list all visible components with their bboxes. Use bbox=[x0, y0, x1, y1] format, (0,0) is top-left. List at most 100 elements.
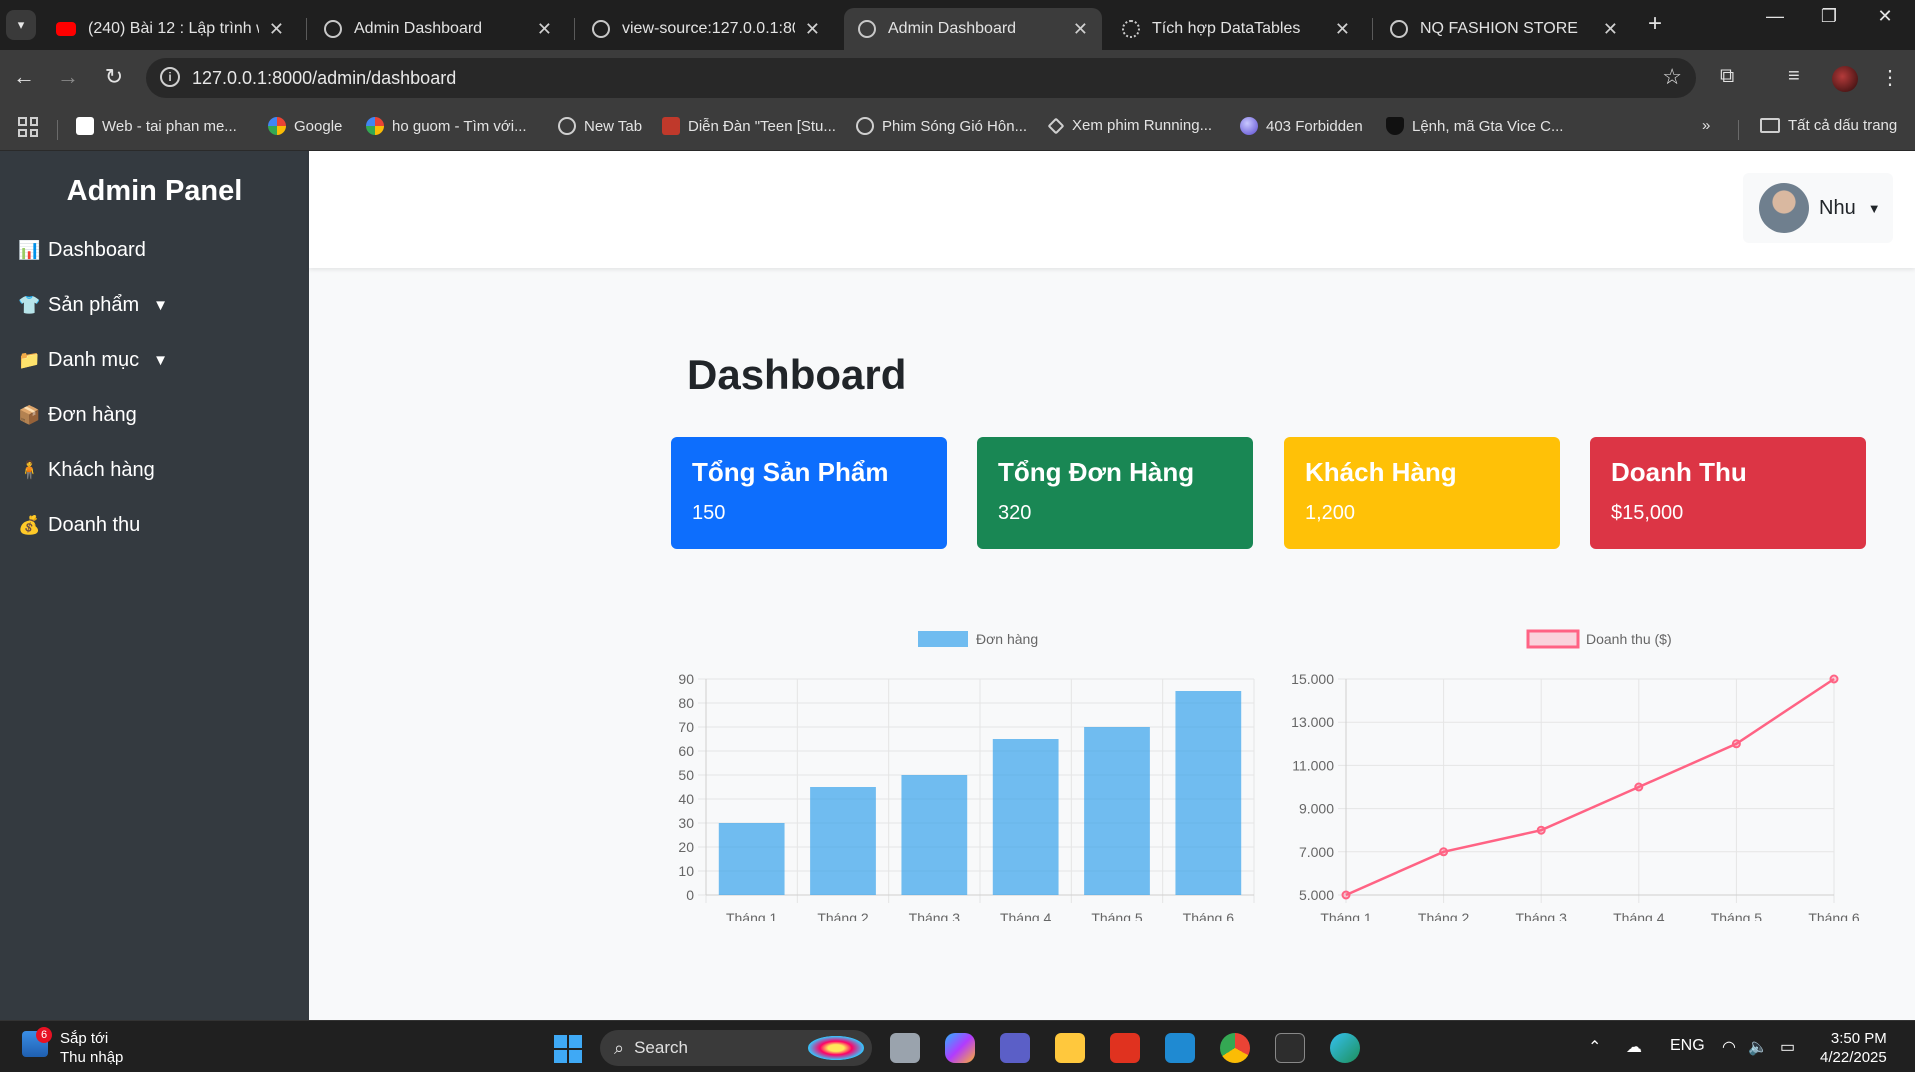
apps-grid-icon[interactable] bbox=[18, 117, 38, 137]
sphere-icon bbox=[1240, 117, 1258, 135]
site-info-icon[interactable]: i bbox=[160, 67, 180, 87]
x-tick-label: Tháng 2 bbox=[1418, 910, 1470, 921]
sidebar-item-categories[interactable]: 📁 Danh mục ▼ bbox=[18, 349, 168, 372]
chevron-up-icon[interactable]: ⌃ bbox=[1588, 1037, 1601, 1057]
task-view-icon[interactable] bbox=[890, 1033, 920, 1063]
caret-down-icon[interactable]: ▼ bbox=[153, 352, 168, 369]
reload-icon[interactable]: ↻ bbox=[100, 64, 128, 90]
folder-icon: 📁 bbox=[18, 350, 41, 370]
bookmark-item[interactable]: Web - tai phan me... bbox=[76, 117, 237, 135]
restore-icon[interactable]: ❐ bbox=[1806, 6, 1852, 27]
volume-icon[interactable]: 🔈 bbox=[1748, 1037, 1768, 1057]
y-tick-label: 20 bbox=[678, 839, 694, 855]
menu-kebab-icon[interactable]: ⋮ bbox=[1880, 65, 1900, 90]
vscode-icon[interactable] bbox=[1165, 1033, 1195, 1063]
sidebar-item-dashboard[interactable]: 📊 Dashboard bbox=[18, 239, 146, 262]
bookmark-item[interactable]: Diễn Đàn "Teen [Stu... bbox=[662, 117, 836, 135]
browser-tab[interactable]: Tích hợp DataTables ✕ bbox=[1108, 8, 1364, 50]
browser-tab-active[interactable]: Admin Dashboard ✕ bbox=[844, 8, 1102, 50]
address-bar[interactable]: i 127.0.0.1:8000/admin/dashboard ☆ bbox=[146, 58, 1696, 98]
sidebar-item-revenue[interactable]: 💰 Doanh thu bbox=[18, 514, 140, 537]
caret-down-icon[interactable]: ▼ bbox=[153, 297, 168, 314]
bookmark-star-icon[interactable]: ☆ bbox=[1662, 64, 1682, 90]
shield-icon bbox=[1386, 117, 1404, 135]
bookmark-item[interactable]: Google bbox=[268, 117, 342, 135]
edge-icon[interactable] bbox=[1330, 1033, 1360, 1063]
stat-card-orders: Tổng Đơn Hàng 320 bbox=[977, 437, 1253, 549]
bookmark-label: 403 Forbidden bbox=[1266, 117, 1363, 135]
bookmark-item[interactable]: 403 Forbidden bbox=[1240, 117, 1363, 135]
close-icon[interactable]: ✕ bbox=[805, 19, 820, 40]
wps-office-icon[interactable] bbox=[1110, 1033, 1140, 1063]
globe-icon bbox=[324, 20, 342, 38]
user-dropdown-button[interactable]: Nhu ▼ bbox=[1743, 173, 1893, 243]
data-point bbox=[1439, 847, 1449, 857]
page-viewport: Admin Panel 📊 Dashboard 👕 Sản phẩm ▼ 📁 D… bbox=[0, 151, 1915, 1020]
minimize-icon[interactable]: — bbox=[1752, 6, 1798, 27]
windows-start-icon[interactable] bbox=[554, 1035, 582, 1063]
diamond-icon bbox=[1047, 117, 1065, 134]
sidebar-item-orders[interactable]: 📦 Đơn hàng bbox=[18, 404, 137, 427]
data-point bbox=[1731, 739, 1741, 749]
data-point bbox=[1634, 782, 1644, 792]
bookmark-item[interactable]: Xem phim Running... bbox=[1047, 117, 1212, 134]
close-icon[interactable]: ✕ bbox=[269, 19, 284, 40]
person-icon: 🧍 bbox=[18, 460, 41, 480]
new-tab-button[interactable]: + bbox=[1648, 10, 1662, 38]
copilot-icon[interactable] bbox=[945, 1033, 975, 1063]
close-icon[interactable]: ✕ bbox=[537, 19, 552, 40]
browser-tab[interactable]: view-source:127.0.0.1:8000 ✕ bbox=[578, 8, 834, 50]
bookmark-label: Web - tai phan me... bbox=[102, 117, 237, 135]
y-tick-label: 80 bbox=[678, 695, 694, 711]
browser-tab[interactable]: Admin Dashboard ✕ bbox=[310, 8, 566, 50]
taskbar-search[interactable]: ⌕ Search bbox=[600, 1030, 872, 1066]
sidebar-item-customers[interactable]: 🧍 Khách hàng bbox=[18, 459, 155, 482]
more-bookmarks-chevron-icon[interactable]: » bbox=[1702, 117, 1710, 134]
teams-icon[interactable] bbox=[1000, 1033, 1030, 1063]
bookmark-separator bbox=[57, 120, 58, 140]
y-tick-label: 15.000 bbox=[1291, 671, 1334, 687]
profile-avatar[interactable] bbox=[1832, 66, 1858, 92]
bookmark-item[interactable]: Phim Sóng Gió Hôn... bbox=[856, 117, 1027, 135]
legend-label: Đơn hàng bbox=[976, 631, 1038, 647]
browser-tab[interactable]: NQ FASHION STORE ✕ bbox=[1376, 8, 1632, 50]
bookmark-item[interactable]: Lệnh, mã Gta Vice C... bbox=[1386, 117, 1563, 135]
weather-widget[interactable]: Sắp tới Thu nhập bbox=[60, 1029, 123, 1067]
google-icon bbox=[366, 117, 384, 135]
clock-time: 3:50 PM bbox=[1830, 1030, 1887, 1047]
y-tick-label: 10 bbox=[678, 863, 694, 879]
media-control-icon[interactable]: ≡ bbox=[1788, 65, 1800, 88]
bar bbox=[992, 739, 1059, 895]
package-icon: 📦 bbox=[18, 405, 41, 425]
extensions-icon[interactable]: ⧉ bbox=[1720, 65, 1734, 88]
url-text[interactable]: 127.0.0.1:8000/admin/dashboard bbox=[192, 68, 456, 89]
user-name: Nhu bbox=[1819, 196, 1856, 219]
bookmark-item[interactable]: New Tab bbox=[558, 117, 642, 135]
chrome-icon[interactable] bbox=[1220, 1033, 1250, 1063]
x-tick-label: Tháng 4 bbox=[1613, 910, 1665, 921]
revenue-line-chart: Doanh thu ($) 5.000 7.000 9.000 11.000 13.000… bbox=[1291, 629, 1860, 921]
back-icon[interactable]: ← bbox=[10, 64, 38, 90]
close-icon[interactable]: ✕ bbox=[1073, 19, 1088, 40]
close-icon[interactable]: ✕ bbox=[1335, 19, 1350, 40]
x-tick-label: Tháng 5 bbox=[1091, 910, 1143, 921]
sidebar-item-label: Đơn hàng bbox=[48, 404, 137, 426]
terminal-icon[interactable] bbox=[1275, 1033, 1305, 1063]
file-explorer-icon[interactable] bbox=[1055, 1033, 1085, 1063]
window-close-icon[interactable]: ✕ bbox=[1862, 6, 1908, 27]
close-icon[interactable]: ✕ bbox=[1603, 19, 1618, 40]
tab-search-button[interactable]: ▾ bbox=[6, 10, 36, 40]
cloud-icon[interactable]: ☁ bbox=[1626, 1037, 1642, 1057]
sidebar-item-products[interactable]: 👕 Sản phẩm ▼ bbox=[18, 294, 168, 317]
wifi-icon[interactable]: ◠ bbox=[1722, 1037, 1736, 1057]
address-toolbar: ← → ↻ i 127.0.0.1:8000/admin/dashboard ☆… bbox=[0, 50, 1915, 106]
language-indicator[interactable]: ENG bbox=[1670, 1037, 1705, 1055]
forward-icon[interactable]: → bbox=[54, 64, 82, 90]
stat-card-customers: Khách Hàng 1,200 bbox=[1284, 437, 1560, 549]
bookmark-item[interactable]: ho guom - Tìm với... bbox=[366, 117, 527, 135]
clock[interactable]: 3:50 PM 4/22/2025 bbox=[1820, 1029, 1887, 1067]
legend-label: Doanh thu ($) bbox=[1586, 631, 1672, 647]
all-bookmarks-folder[interactable]: Tất cả dấu trang bbox=[1760, 117, 1897, 134]
browser-tab[interactable]: (240) Bài 12 : Lập trình web ✕ bbox=[42, 8, 298, 50]
battery-icon[interactable]: ▭ bbox=[1780, 1037, 1795, 1057]
